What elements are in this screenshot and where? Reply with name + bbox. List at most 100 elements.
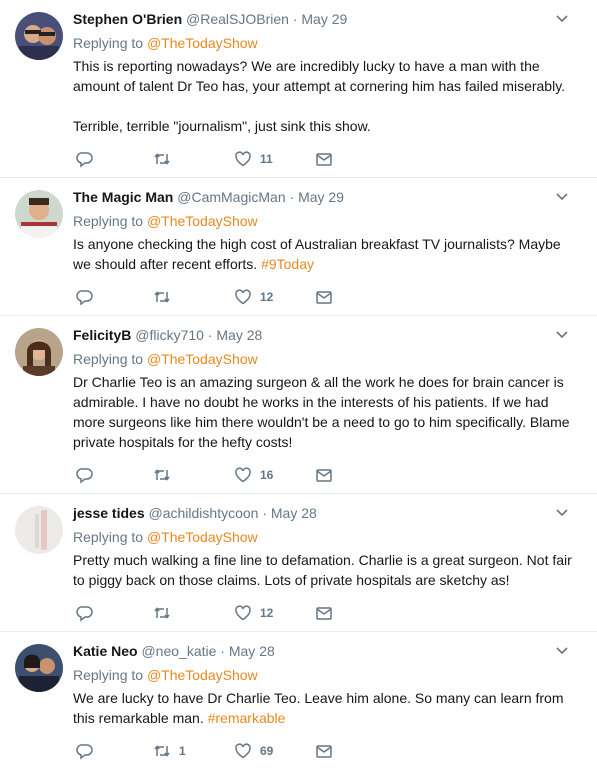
tweet-text: This is reporting nowadays? We are incre… [73, 56, 578, 136]
retweet-button[interactable] [153, 287, 179, 307]
user-handle[interactable]: @neo_katie [141, 643, 216, 659]
dm-button[interactable] [315, 287, 333, 307]
reply-icon [76, 606, 93, 622]
avatar[interactable] [15, 190, 63, 238]
replying-label: Replying to [73, 529, 144, 545]
tweet[interactable]: jesse tides @achildishtycoon · May 28 Re… [0, 494, 597, 632]
mention-link[interactable]: @TheTodayShow [147, 529, 258, 545]
tweet-text-paragraph: Pretty much walking a fine line to defam… [73, 552, 572, 588]
tweet-actions: 11 [73, 149, 343, 169]
tweet[interactable]: Katie Neo @neo_katie · May 28 Replying t… [0, 632, 597, 768]
tweet-date[interactable]: May 29 [298, 189, 344, 205]
user-handle[interactable]: @flicky710 [135, 327, 204, 343]
tweet[interactable]: FelicityB @flicky710 · May 28 Replying t… [0, 316, 597, 494]
retweet-button[interactable] [153, 149, 179, 169]
tweet-actions: 1 69 [73, 741, 343, 761]
replying-to: Replying to @TheTodayShow [73, 666, 258, 684]
mention-link[interactable]: @TheTodayShow [147, 35, 258, 51]
display-name[interactable]: Katie Neo [73, 643, 138, 659]
user-handle[interactable]: @RealSJOBrien [186, 11, 289, 27]
tweet-header: The Magic Man @CamMagicMan · May 29 [73, 188, 344, 206]
tweet-text-paragraph: This is reporting nowadays? We are incre… [73, 58, 566, 94]
separator: · [207, 327, 213, 343]
like-count: 12 [260, 606, 274, 620]
avatar[interactable] [15, 644, 63, 692]
retweet-button[interactable] [153, 465, 179, 485]
hashtag-link[interactable]: #9Today [261, 256, 314, 272]
reply-button[interactable] [76, 287, 94, 307]
tweet-date[interactable]: May 29 [301, 11, 347, 27]
dm-button[interactable] [315, 603, 333, 623]
tweet-actions: 12 [73, 287, 343, 307]
mention-link[interactable]: @TheTodayShow [147, 351, 258, 367]
mention-link[interactable]: @TheTodayShow [147, 667, 258, 683]
separator: · [289, 189, 295, 205]
dm-button[interactable] [315, 149, 333, 169]
dm-icon [316, 153, 332, 166]
tweet-text: Dr Charlie Teo is an amazing surgeon & a… [73, 372, 578, 452]
display-name[interactable]: FelicityB [73, 327, 131, 343]
tweet-date[interactable]: May 28 [216, 327, 262, 343]
retweet-button[interactable]: 1 [153, 741, 186, 761]
like-button[interactable]: 11 [234, 149, 273, 169]
hashtag-link[interactable]: #remarkable [208, 710, 286, 726]
separator: · [292, 11, 298, 27]
like-button[interactable]: 69 [234, 741, 273, 761]
tweet-header: FelicityB @flicky710 · May 28 [73, 326, 262, 344]
chevron-down-icon[interactable] [555, 508, 569, 518]
reply-button[interactable] [76, 149, 94, 169]
display-name[interactable]: The Magic Man [73, 189, 173, 205]
like-count: 69 [260, 744, 274, 758]
reply-button[interactable] [76, 465, 94, 485]
tweet[interactable]: Stephen O'Brien @RealSJOBrien · May 29 R… [0, 0, 597, 178]
user-handle[interactable]: @CamMagicMan [177, 189, 285, 205]
like-count: 11 [260, 152, 273, 166]
display-name[interactable]: Stephen O'Brien [73, 11, 182, 27]
tweet-date[interactable]: May 28 [229, 643, 275, 659]
chevron-down-icon[interactable] [555, 14, 569, 24]
reply-icon [76, 744, 93, 760]
avatar[interactable] [15, 328, 63, 376]
like-button[interactable]: 12 [234, 287, 273, 307]
retweet-icon [154, 607, 170, 619]
avatar[interactable] [15, 506, 63, 554]
reply-button[interactable] [76, 741, 94, 761]
replying-to: Replying to @TheTodayShow [73, 212, 258, 230]
dm-icon [316, 469, 332, 482]
reply-icon [76, 468, 93, 484]
like-icon [235, 151, 251, 167]
chevron-down-icon[interactable] [555, 192, 569, 202]
retweet-button[interactable] [153, 603, 179, 623]
dm-button[interactable] [315, 741, 333, 761]
chevron-down-icon[interactable] [555, 330, 569, 340]
display-name[interactable]: jesse tides [73, 505, 145, 521]
like-icon [235, 289, 251, 305]
tweet-date[interactable]: May 28 [271, 505, 317, 521]
user-handle[interactable]: @achildishtycoon [149, 505, 259, 521]
retweet-icon [154, 153, 170, 165]
tweet-text-paragraph: Dr Charlie Teo is an amazing surgeon & a… [73, 374, 570, 450]
tweet-text-paragraph: Is anyone checking the high cost of Aust… [73, 236, 561, 272]
reply-button[interactable] [76, 603, 94, 623]
separator: · [262, 505, 267, 521]
like-button[interactable]: 16 [234, 465, 273, 485]
reply-icon [76, 290, 93, 306]
like-count: 12 [260, 290, 274, 304]
dm-icon [316, 291, 332, 304]
dm-button[interactable] [315, 465, 333, 485]
like-count: 16 [260, 468, 274, 482]
tweet-header: Stephen O'Brien @RealSJOBrien · May 29 [73, 10, 347, 28]
tweet-text-paragraph: Terrible, terrible "journalism", just si… [73, 118, 371, 134]
avatar[interactable] [15, 12, 63, 60]
like-button[interactable]: 12 [234, 603, 273, 623]
like-icon [235, 605, 251, 621]
tweet[interactable]: The Magic Man @CamMagicMan · May 29 Repl… [0, 178, 597, 316]
mention-link[interactable]: @TheTodayShow [147, 213, 258, 229]
tweet-text: Is anyone checking the high cost of Aust… [73, 234, 578, 274]
replying-label: Replying to [73, 35, 144, 51]
replying-to: Replying to @TheTodayShow [73, 34, 258, 52]
reply-icon [76, 152, 93, 168]
retweet-icon [154, 291, 170, 303]
chevron-down-icon[interactable] [555, 646, 569, 656]
tweet-actions: 16 [73, 465, 343, 485]
